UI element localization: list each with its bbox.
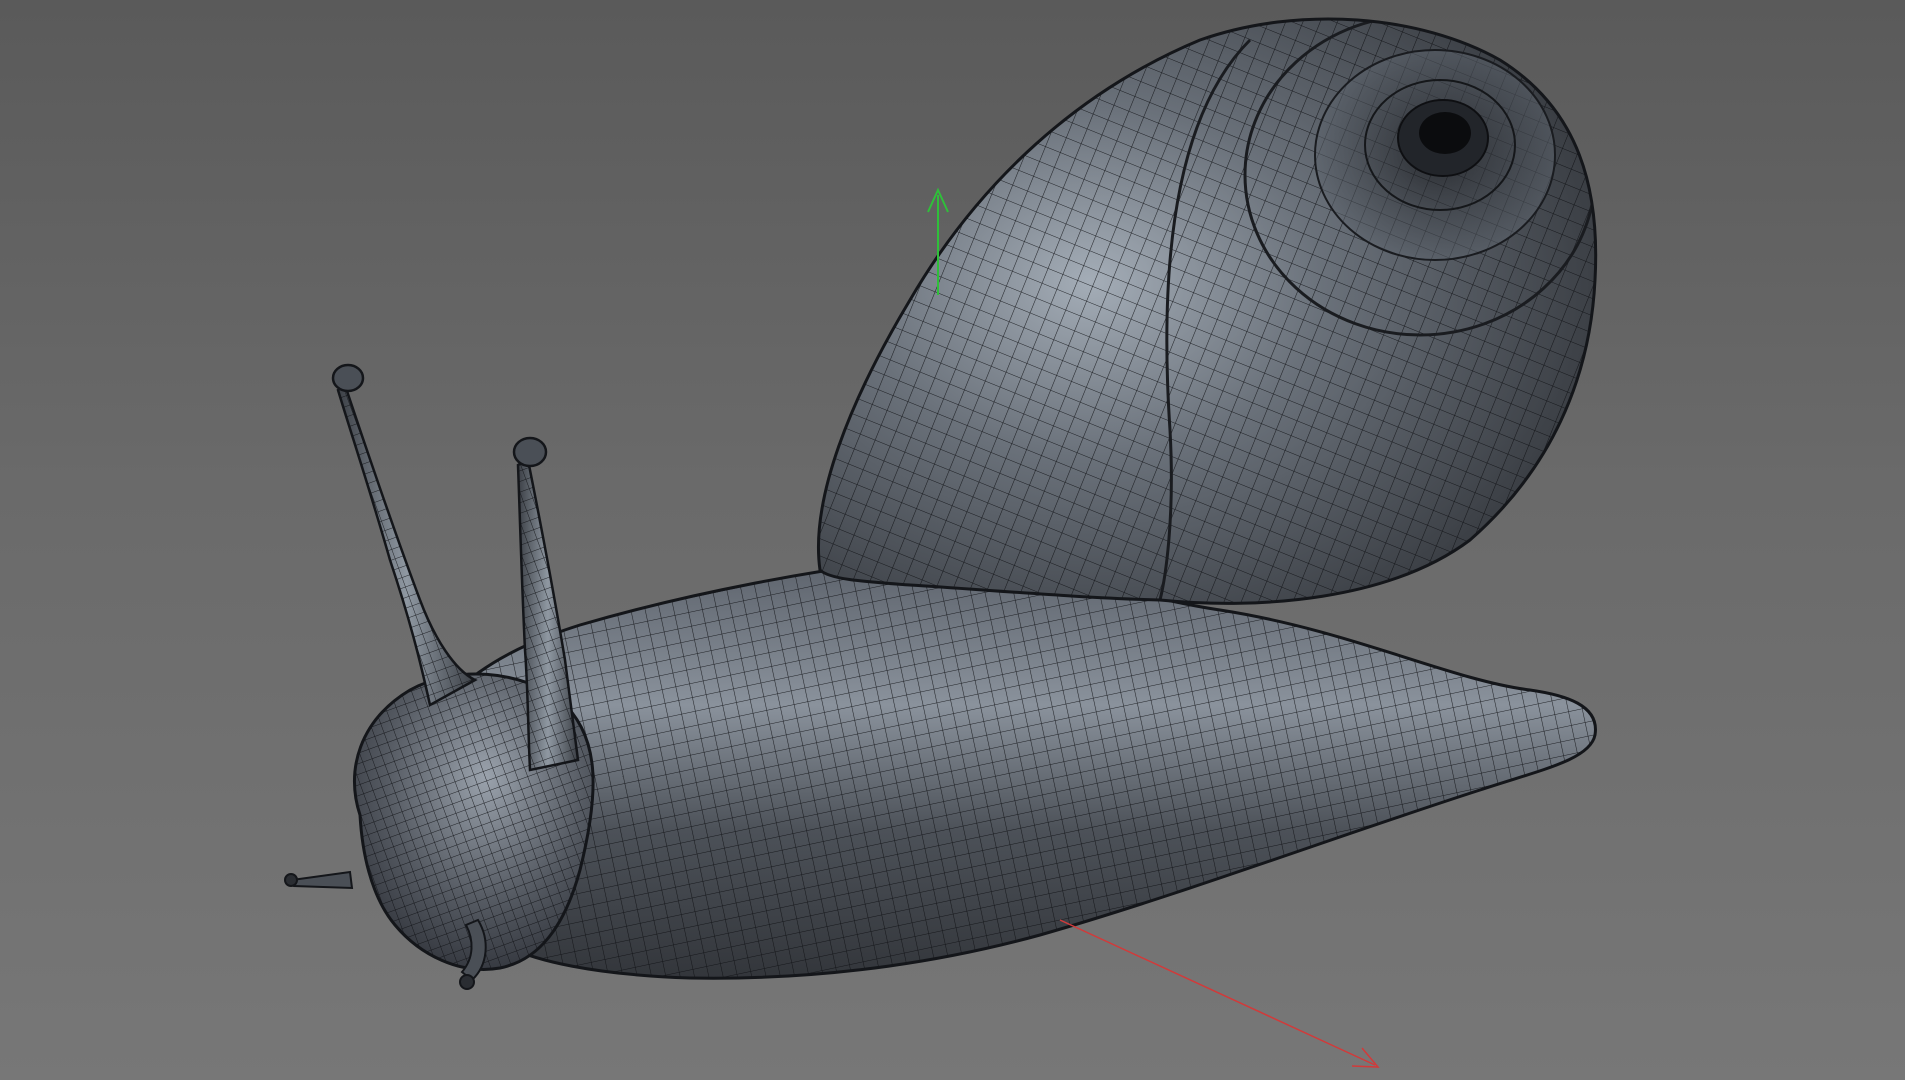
snail-shell[interactable] <box>780 0 1640 640</box>
lower-tentacle-left[interactable] <box>284 870 354 890</box>
x-axis-arrow-icon[interactable] <box>1059 919 1380 1068</box>
eye-stalk-left[interactable] <box>331 363 478 707</box>
viewport-canvas[interactable] <box>0 0 1905 1080</box>
3d-viewport[interactable] <box>0 0 1905 1080</box>
